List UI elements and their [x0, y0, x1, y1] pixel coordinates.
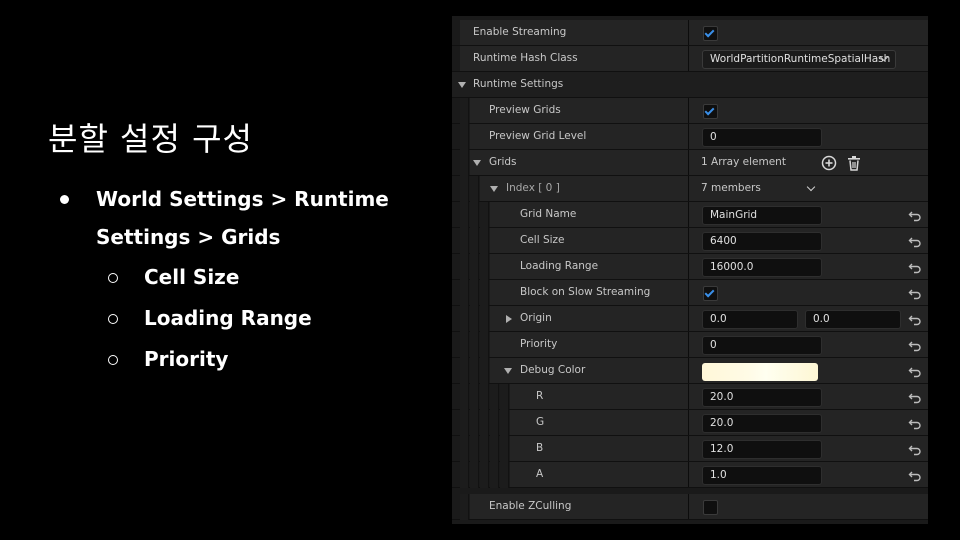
bullet-text-line-1: World Settings > Runtime — [96, 187, 389, 211]
expand-arrow-icon[interactable] — [458, 82, 466, 88]
reset-to-default-icon[interactable] — [908, 312, 922, 326]
sub-bullet-item: Cell Size — [58, 258, 438, 297]
debug-color-swatch[interactable] — [702, 363, 818, 381]
property-row-color-g: G 20.0 — [452, 410, 928, 436]
property-row-color-b: B 12.0 — [452, 436, 928, 462]
reset-to-default-icon[interactable] — [908, 468, 922, 482]
expand-arrow-icon[interactable] — [473, 160, 481, 166]
category-runtime-settings[interactable]: Runtime Settings — [452, 72, 928, 98]
reset-to-default-icon[interactable] — [908, 234, 922, 248]
property-row-block-on-slow-streaming: Block on Slow Streaming — [452, 280, 928, 306]
bullet-dot-icon — [60, 195, 69, 204]
property-row-index-0: Index [ 0 ] 7 members — [452, 176, 928, 202]
color-g-input[interactable]: 20.0 — [702, 414, 822, 433]
checkmark-icon — [704, 105, 715, 116]
expand-arrow-icon[interactable] — [490, 186, 498, 192]
origin-y-input[interactable]: 0.0 — [805, 310, 901, 329]
bullet-item: World Settings > Runtime Settings > Grid… — [58, 180, 438, 256]
add-element-icon[interactable] — [821, 155, 837, 171]
color-a-input[interactable]: 1.0 — [702, 466, 822, 485]
loading-range-input[interactable]: 16000.0 — [702, 258, 822, 277]
grid-name-input[interactable]: MainGrid — [702, 206, 822, 225]
expand-arrow-icon[interactable] — [506, 315, 512, 323]
preview-grid-level-input[interactable]: 0 — [702, 128, 822, 147]
bullet-text-line-2: Settings > Grids — [96, 225, 281, 249]
property-row-loading-range: Loading Range 16000.0 — [452, 254, 928, 280]
cell-size-input[interactable]: 6400 — [702, 232, 822, 251]
delete-all-trash-icon[interactable] — [846, 155, 862, 171]
priority-input[interactable]: 0 — [702, 336, 822, 355]
property-row-cell-size: Cell Size 6400 — [452, 228, 928, 254]
enable-zculling-checkbox[interactable] — [703, 500, 718, 515]
property-row-preview-grid-level: Preview Grid Level 0 — [452, 124, 928, 150]
block-on-slow-streaming-checkbox[interactable] — [703, 286, 718, 301]
expand-arrow-icon[interactable] — [504, 368, 512, 374]
reset-to-default-icon[interactable] — [908, 338, 922, 352]
property-row-enable-streaming: Enable Streaming — [452, 20, 928, 46]
property-row-priority: Priority 0 — [452, 332, 928, 358]
property-row-origin: Origin 0.0 0.0 — [452, 306, 928, 332]
reset-to-default-icon[interactable] — [908, 416, 922, 430]
property-row-debug-color: Debug Color — [452, 358, 928, 384]
reset-to-default-icon[interactable] — [908, 442, 922, 456]
reset-to-default-icon[interactable] — [908, 390, 922, 404]
property-row-color-a: A 1.0 — [452, 462, 928, 488]
sub-bullet-ring-icon — [108, 314, 118, 324]
slide-title: 분할 설정 구성 — [48, 120, 253, 158]
property-row-grid-name: Grid Name MainGrid — [452, 202, 928, 228]
enable-streaming-checkbox[interactable] — [703, 26, 718, 41]
checkmark-icon — [704, 287, 715, 298]
reset-to-default-icon[interactable] — [908, 260, 922, 274]
origin-x-input[interactable]: 0.0 — [702, 310, 798, 329]
color-b-input[interactable]: 12.0 — [702, 440, 822, 459]
sub-bullet-item: Priority — [58, 340, 438, 379]
reset-to-default-icon[interactable] — [908, 364, 922, 378]
preview-grids-checkbox[interactable] — [703, 104, 718, 119]
details-panel: Enable Streaming Runtime Hash Class Worl… — [452, 16, 928, 524]
property-row-grids: Grids 1 Array element — [452, 150, 928, 176]
runtime-hash-class-dropdown[interactable]: WorldPartitionRuntimeSpatialHash — [702, 50, 896, 69]
checkmark-icon — [704, 27, 715, 38]
sub-bullet-ring-icon — [108, 355, 118, 365]
property-row-runtime-hash-class: Runtime Hash Class WorldPartitionRuntime… — [452, 46, 928, 72]
property-row-enable-zculling: Enable ZCulling — [452, 494, 928, 520]
reset-to-default-icon[interactable] — [908, 286, 922, 300]
color-r-input[interactable]: 20.0 — [702, 388, 822, 407]
property-row-color-r: R 20.0 — [452, 384, 928, 410]
sub-bullet-item: Loading Range — [58, 299, 438, 338]
property-row-preview-grids: Preview Grids — [452, 98, 928, 124]
reset-to-default-icon[interactable] — [908, 208, 922, 222]
sub-bullet-ring-icon — [108, 273, 118, 283]
bullet-list: World Settings > Runtime Settings > Grid… — [58, 180, 438, 379]
